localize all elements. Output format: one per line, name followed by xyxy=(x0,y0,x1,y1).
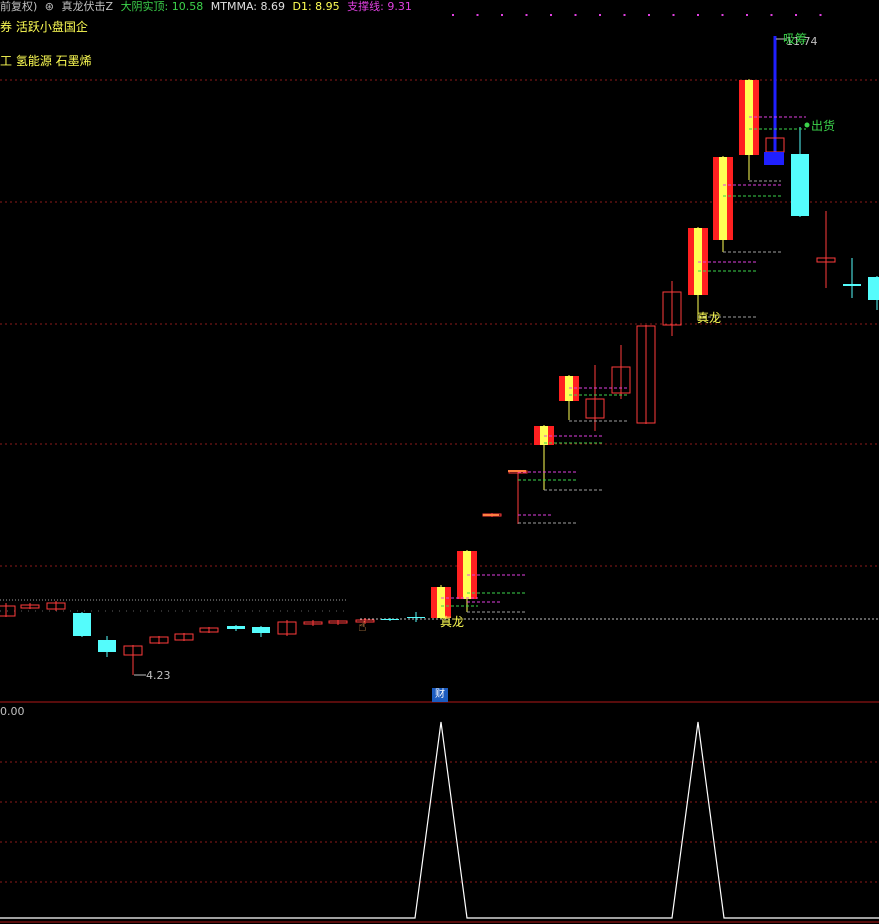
header-dot xyxy=(819,14,822,16)
header-dot xyxy=(648,14,650,16)
top-signal-label: 吸筹 xyxy=(783,32,807,46)
cai-badge[interactable]: 财 xyxy=(432,688,448,702)
sell-dot xyxy=(804,122,810,128)
header-dot xyxy=(795,14,797,16)
candle-body xyxy=(868,277,879,300)
candle-body xyxy=(227,626,245,629)
header-dot xyxy=(452,14,454,16)
blue-body xyxy=(764,152,784,165)
header-dot xyxy=(599,14,601,16)
header-dot xyxy=(550,14,552,16)
sub-axis-value: 0.00 xyxy=(0,705,25,718)
header-dot xyxy=(476,14,479,16)
candle-body xyxy=(407,617,425,618)
signal-label-2: 真龙 xyxy=(697,311,721,325)
candle-body xyxy=(252,627,270,633)
header-dot xyxy=(623,14,626,16)
header-dot xyxy=(525,14,528,16)
sell-signal-label: 出货 xyxy=(811,118,835,133)
candle-body xyxy=(843,284,861,286)
hand-cursor-icon: ☝ xyxy=(358,619,367,635)
candle-body xyxy=(381,619,399,620)
header-dot xyxy=(672,14,675,16)
signal-candle-core xyxy=(437,587,445,618)
candle-body xyxy=(73,613,91,636)
candle-body xyxy=(791,154,809,216)
kline-chart[interactable]: 4.2311.74吸筹出货真龙真龙☝ xyxy=(0,0,879,924)
candle-body xyxy=(98,640,116,652)
header-dot xyxy=(770,14,773,16)
sub-indicator-line xyxy=(0,721,879,919)
header-dot xyxy=(746,14,748,16)
signal-label-1: 真龙 xyxy=(440,615,464,629)
header-dot xyxy=(697,14,699,16)
header-dot xyxy=(501,14,503,16)
header-dot xyxy=(574,14,577,16)
low-price-label: 4.23 xyxy=(146,669,171,682)
signal-candle-core xyxy=(719,157,727,240)
header-dot xyxy=(721,14,724,16)
